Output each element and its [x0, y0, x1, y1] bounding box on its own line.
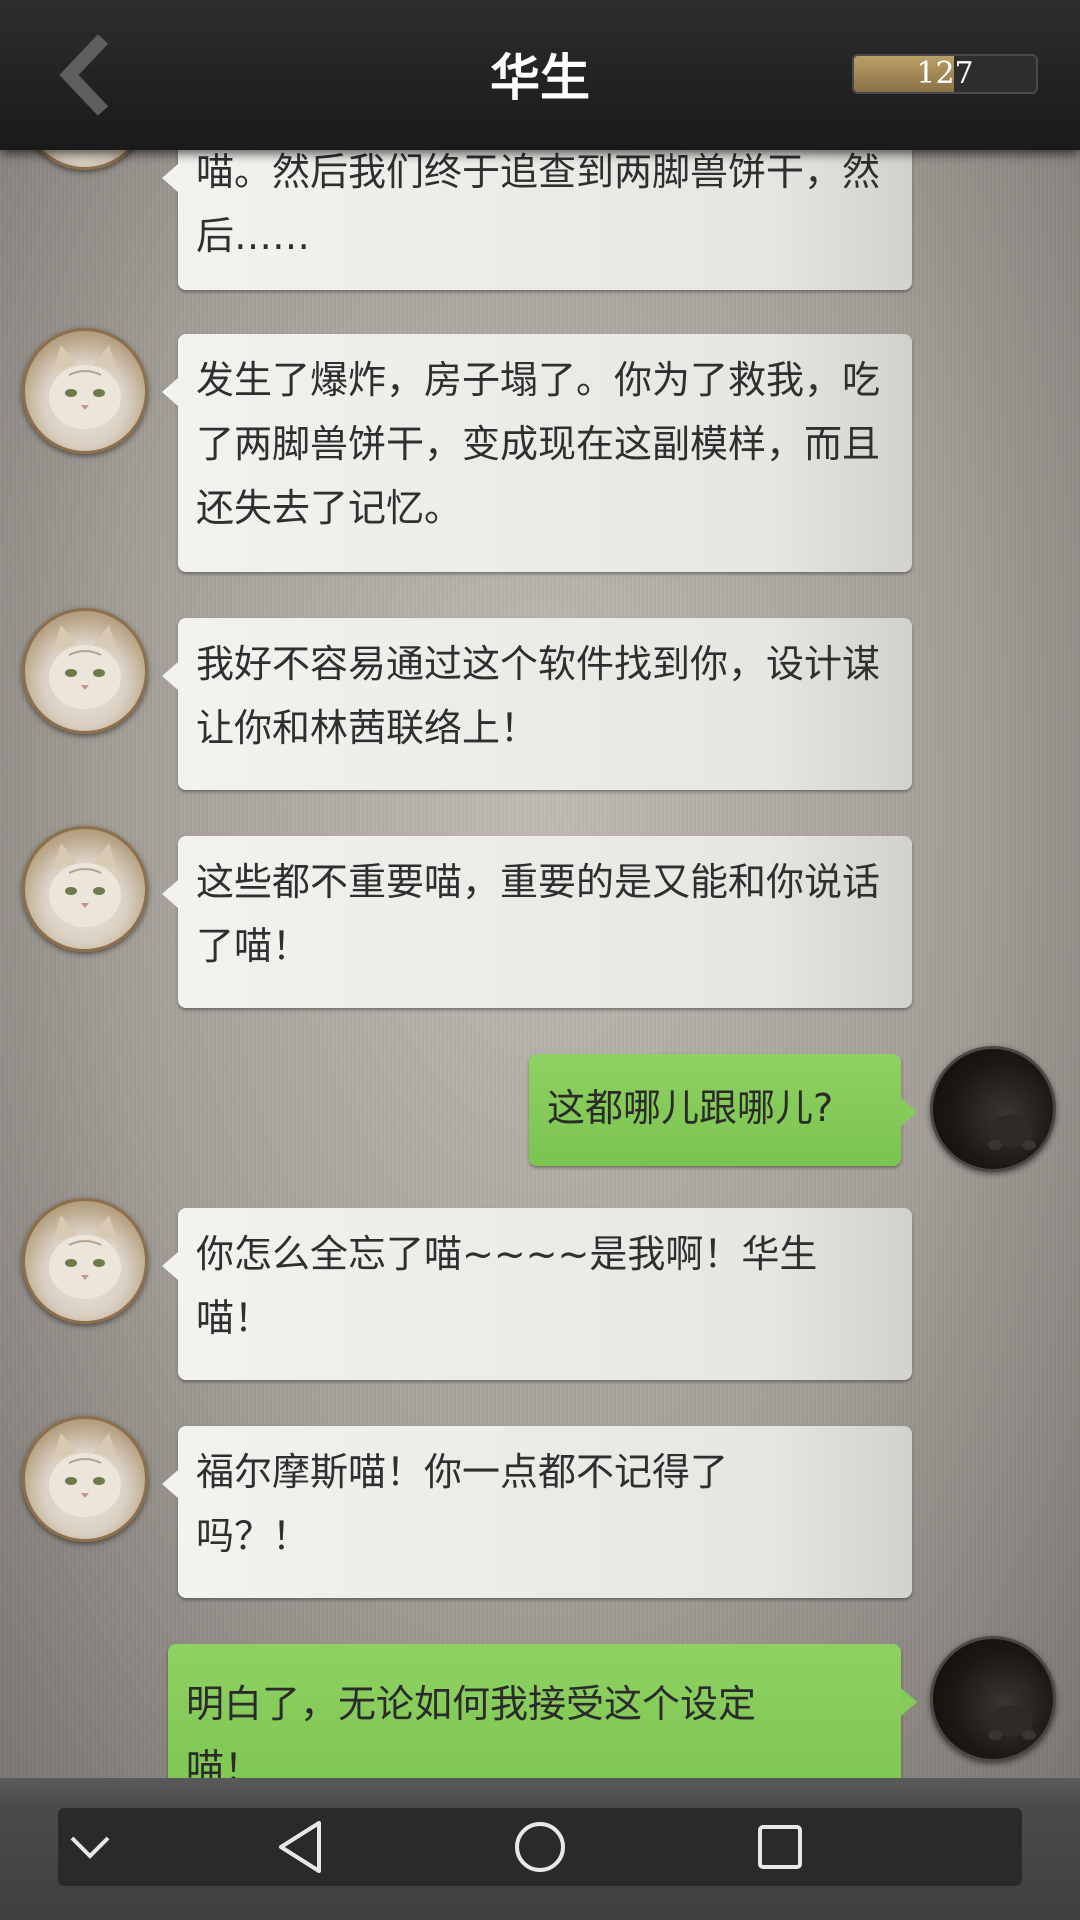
- message-bubble-incoming: 发生了爆炸，房子塌了。你为了救我，吃了两脚兽饼干，变成现在这副模样，而且还失去了…: [162, 334, 912, 572]
- cat-avatar[interactable]: [22, 826, 148, 952]
- message-text: 这些都不重要喵，重要的是又能和你说话了喵！: [196, 860, 881, 968]
- message-bubble-incoming: 这些都不重要喵，重要的是又能和你说话了喵！: [162, 836, 912, 1008]
- cat-face-icon: [49, 625, 121, 709]
- message-text: 明白了，无论如何我接受这个设定喵！: [186, 1682, 757, 1778]
- chevron-left-icon: [59, 34, 109, 116]
- back-nav-button[interactable]: [250, 1808, 350, 1886]
- message-text: 喵。然后我们终于追查到两脚兽饼干，然后……: [196, 150, 881, 258]
- message-bubble-incoming: 福尔摩斯喵！你一点都不记得了吗？！: [162, 1426, 912, 1598]
- user-avatar[interactable]: [930, 1046, 1056, 1172]
- system-navigation-bar: [0, 1778, 1080, 1920]
- message-text: 发生了爆炸，房子塌了。你为了救我，吃了两脚兽饼干，变成现在这副模样，而且还失去了…: [196, 358, 881, 530]
- message-bubble-outgoing: 这都哪儿跟哪儿?: [529, 1054, 917, 1166]
- dark-paw-icon: [988, 1705, 1036, 1740]
- cat-face-icon: [49, 1215, 121, 1299]
- message-bubble-incoming: 你怎么全忘了喵~~~~是我啊！华生喵！: [162, 1208, 912, 1380]
- message-text: 你怎么全忘了喵~~~~是我啊！华生喵！: [196, 1232, 818, 1340]
- cat-avatar[interactable]: [22, 1198, 148, 1324]
- page-title: 华生: [490, 48, 590, 107]
- cat-avatar[interactable]: [22, 328, 148, 454]
- cat-face-icon: [49, 345, 121, 429]
- back-triangle-icon: [279, 1821, 321, 1873]
- cat-face-icon: [49, 1433, 121, 1517]
- counter-value: 127: [916, 56, 974, 91]
- chat-area[interactable]: 喵。然后我们终于追查到两脚兽饼干，然后…… 发生了爆炸，房子塌了。你为了救我，吃…: [0, 0, 1080, 1778]
- back-button[interactable]: [50, 30, 120, 120]
- home-button[interactable]: [490, 1808, 590, 1886]
- message-text: 这都哪儿跟哪儿?: [547, 1086, 834, 1130]
- dark-paw-icon: [988, 1115, 1036, 1150]
- home-circle-icon: [515, 1822, 565, 1872]
- message-bubble-incoming: 我好不容易通过这个软件找到你，设计谋让你和林茜联络上！: [162, 618, 912, 790]
- counter-badge: 127: [852, 54, 1038, 94]
- cat-avatar[interactable]: [22, 1416, 148, 1542]
- message-text: 我好不容易通过这个软件找到你，设计谋让你和林茜联络上！: [196, 642, 881, 750]
- message-bubble-outgoing: 明白了，无论如何我接受这个设定喵！: [168, 1644, 917, 1778]
- message-text: 福尔摩斯喵！你一点都不记得了吗？！: [196, 1450, 729, 1558]
- cat-avatar[interactable]: [22, 608, 148, 734]
- recents-button[interactable]: [730, 1808, 830, 1886]
- cat-face-icon: [49, 843, 121, 927]
- hide-keyboard-button[interactable]: [40, 1808, 140, 1886]
- app-header: 华生 127: [0, 0, 1080, 150]
- recents-square-icon: [758, 1825, 802, 1869]
- user-avatar[interactable]: [930, 1636, 1056, 1762]
- chevron-down-icon: [70, 1836, 110, 1859]
